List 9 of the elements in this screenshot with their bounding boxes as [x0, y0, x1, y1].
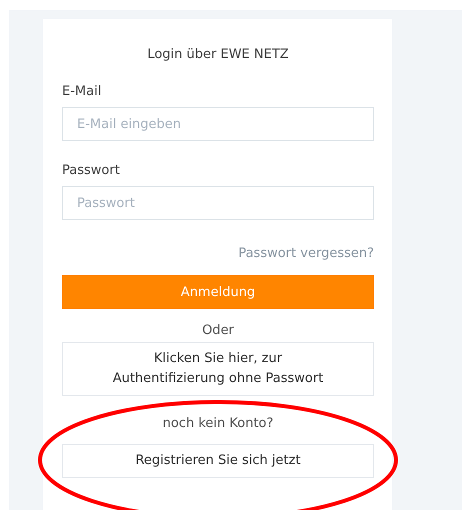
register-button[interactable]: Registrieren Sie sich jetzt: [62, 444, 374, 478]
field-label: E-Mail: [62, 84, 102, 99]
field-label: Passwort: [62, 163, 120, 178]
input-field[interactable]: E-Mail eingeben: [62, 107, 374, 141]
or-separator: Oder: [201, 323, 235, 338]
passwordless-button[interactable]: Klicken Sie hier, zur Authentifizierung ohne Passwort: [62, 342, 374, 396]
no-account-text: noch kein Konto?: [162, 416, 274, 431]
input-field[interactable]: Passwort: [62, 186, 374, 220]
login-title: Login über EWE NETZ: [146, 47, 290, 62]
